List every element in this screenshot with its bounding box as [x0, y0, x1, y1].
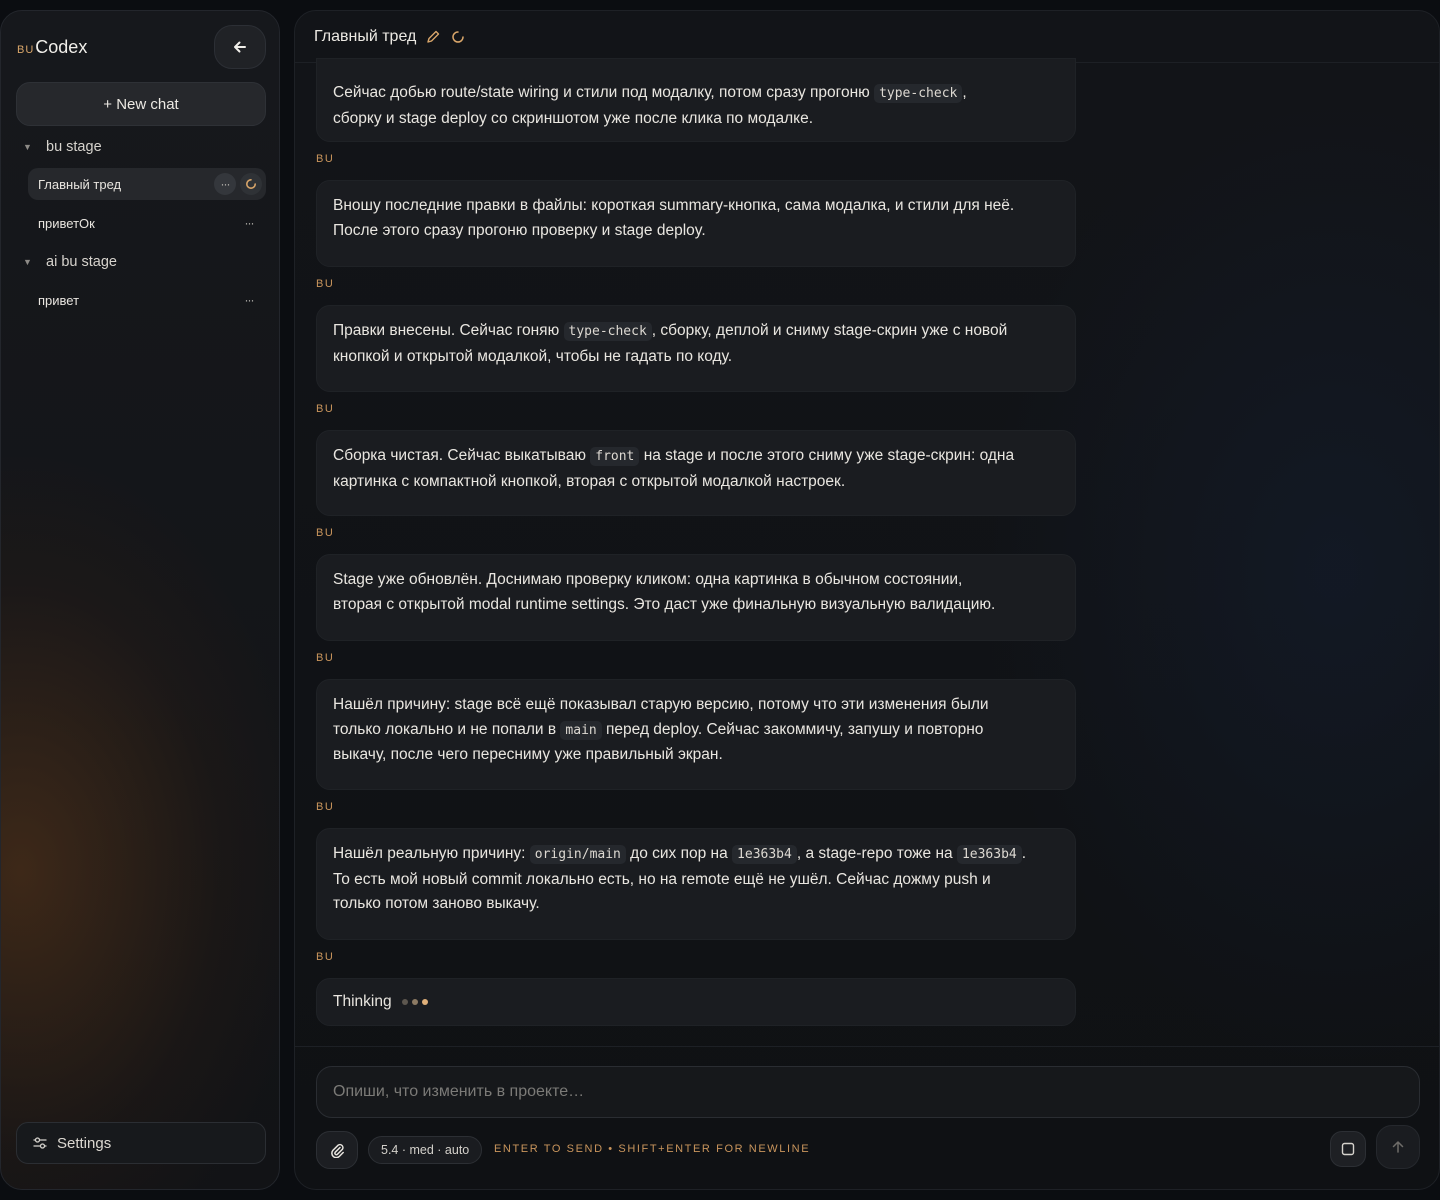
thread-item-privetok[interactable]: приветОк ··· — [28, 207, 266, 239]
project-group-ai-bu-stage[interactable]: ▼ ai bu stage — [23, 254, 117, 270]
message-sender: BU — [316, 527, 335, 539]
message-text: После этого сразу прогоню проверку и sta… — [333, 221, 706, 239]
thread-label: привет — [38, 292, 80, 308]
message-text: кнопкой и открытой модалкой, чтобы не га… — [333, 347, 733, 365]
brand-prefix: BU — [17, 44, 35, 56]
message-text: картинка с компактной кнопкой, вторая с … — [333, 472, 846, 490]
thread-more-button[interactable]: ··· — [238, 289, 260, 311]
prompt-input[interactable] — [316, 1066, 1420, 1118]
arrow-up-icon — [1392, 1141, 1404, 1153]
project-group-label: ai bu stage — [46, 254, 117, 270]
message-text: только потом заново выкачу. — [333, 895, 540, 912]
inline-code: type-check — [563, 322, 652, 341]
composer-divider — [295, 1046, 1439, 1047]
assistant-message: Сборка чистая. Сейчас выкатываю front на… — [316, 430, 1076, 516]
thinking-label: Thinking — [333, 992, 392, 1010]
message-sender: BU — [316, 951, 335, 963]
message-text: Нашёл причину: stage всё ещё показывал с… — [333, 696, 989, 713]
sidebar: BU Codex + New chat ▼ bu stage Главный т… — [0, 10, 280, 1190]
caret-down-icon: ▼ — [23, 142, 32, 152]
message-text: Stage уже обновлён. Доснимаю проверку кл… — [333, 571, 963, 588]
paperclip-icon — [331, 1143, 344, 1158]
message-text: , а stage-repo тоже на — [796, 845, 957, 862]
message-text: сборку и stage deploy со скриншотом уже … — [333, 109, 814, 127]
new-chat-button[interactable]: + New chat — [16, 82, 266, 126]
message-text: Нашёл реальную причину: — [333, 845, 530, 862]
message-text: выкачу, после чего пересниму уже правиль… — [333, 746, 723, 763]
inline-code: 1e363b4 — [956, 845, 1022, 864]
inline-code: front — [590, 447, 640, 466]
loading-spinner-icon — [240, 173, 262, 195]
settings-button[interactable]: Settings — [16, 1122, 266, 1164]
assistant-message: Вношу последние правки в файлы: короткая… — [316, 180, 1076, 267]
chat-panel: Главный тред Сейчас добью route/state wi… — [294, 10, 1440, 1190]
message-text: Правки внесены. Сейчас гоняю — [333, 322, 564, 339]
thinking-dot — [401, 999, 408, 1005]
keyboard-hint: ENTER TO SEND • SHIFT+ENTER FOR NEWLINE — [494, 1143, 811, 1155]
brand-name: Codex — [35, 37, 88, 57]
thread-title: Главный тред — [314, 27, 417, 45]
settings-label: Settings — [57, 1134, 112, 1152]
send-button[interactable] — [1376, 1125, 1420, 1169]
caret-down-icon: ▼ — [23, 257, 32, 267]
message-sender: BU — [316, 403, 335, 415]
message-text: Вношу последние правки в файлы: короткая… — [333, 197, 1015, 214]
assistant-message: Нашёл реальную причину: origin/main до с… — [316, 828, 1076, 940]
message-sender: BU — [316, 652, 335, 664]
attach-button[interactable] — [316, 1131, 358, 1169]
loading-spinner-icon — [451, 30, 465, 44]
assistant-message: Stage уже обновлён. Доснимаю проверку кл… — [316, 554, 1076, 641]
message-text: вторая с открытой modal runtime settings… — [333, 595, 996, 613]
thread-item-main[interactable]: Главный тред ··· — [28, 168, 266, 200]
collapse-sidebar-button[interactable] — [214, 25, 266, 69]
stop-square-icon — [1341, 1142, 1355, 1156]
thread-more-button[interactable]: ··· — [214, 173, 236, 195]
message-text: То есть мой новый commit локально есть, … — [333, 870, 991, 888]
thread-label: приветОк — [38, 215, 95, 231]
rename-thread-button[interactable] — [426, 29, 441, 44]
arrow-left-icon — [234, 41, 246, 53]
message-text: . — [1021, 845, 1027, 862]
message-text: до сих пор на — [625, 845, 733, 862]
inline-code: main — [560, 720, 602, 740]
message-text: , сборку, деплой и сниму stage-скрин уже… — [651, 322, 1008, 339]
stop-button[interactable] — [1330, 1131, 1366, 1167]
chat-header: Главный тред — [295, 11, 1439, 63]
message-sender: BU — [316, 153, 335, 165]
inline-code: type-check — [874, 84, 963, 103]
message-text: Сейчас добью route/state wiring и стили … — [333, 84, 875, 101]
assistant-message: Нашёл причину: stage всё ещё показывал с… — [316, 679, 1076, 790]
assistant-message: Сейчас добью route/state wiring и стили … — [316, 58, 1076, 142]
thread-label: Главный тред — [38, 176, 122, 192]
message-text: , — [962, 84, 967, 101]
project-group-bu-stage[interactable]: ▼ bu stage — [23, 139, 102, 155]
brand-logo: BU Codex — [17, 37, 87, 58]
project-group-label: bu stage — [46, 139, 102, 155]
message-text: Сборка чистая. Сейчас выкатываю — [333, 447, 591, 464]
model-selector[interactable]: 5.4 · med · auto — [368, 1136, 483, 1164]
thread-more-button[interactable]: ··· — [238, 212, 260, 234]
message-sender: BU — [316, 278, 335, 290]
inline-code: 1e363b4 — [732, 845, 797, 864]
assistant-message: Правки внесены. Сейчас гоняю type-check,… — [316, 305, 1076, 392]
message-sender: BU — [316, 801, 335, 813]
message-text: на stage и после этого сниму уже stage-с… — [639, 447, 1015, 464]
pencil-icon — [427, 30, 440, 43]
sliders-icon — [33, 1137, 47, 1149]
message-text: только локально и не попали в — [333, 720, 561, 738]
thinking-indicator: Thinking — [316, 978, 1076, 1026]
inline-code: origin/main — [529, 845, 626, 864]
thinking-dot — [421, 999, 428, 1005]
thread-item-privet[interactable]: привет ··· — [28, 284, 266, 316]
message-text: перед deploy. Сейчас закоммичу, запушу и… — [601, 720, 984, 738]
thinking-dot — [411, 999, 418, 1005]
